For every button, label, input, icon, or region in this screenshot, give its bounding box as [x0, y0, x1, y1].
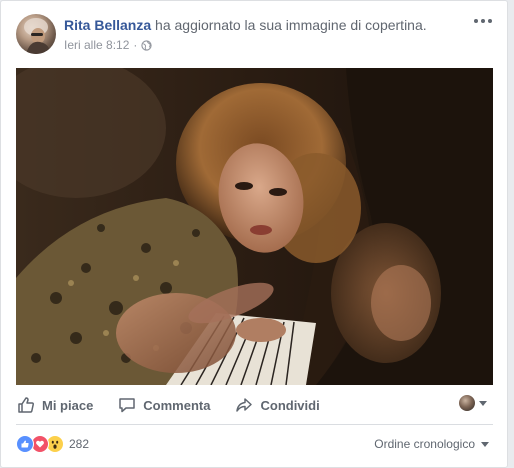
like-label: Mi piace [42, 397, 94, 413]
author-avatar[interactable] [16, 14, 56, 54]
divider [16, 424, 493, 425]
mini-avatar [459, 395, 475, 411]
chevron-down-icon [481, 441, 489, 447]
comment-icon [119, 398, 136, 413]
share-label: Condividi [260, 397, 320, 413]
cover-photo[interactable] [16, 68, 493, 385]
like-button[interactable]: Mi piace [16, 389, 93, 421]
comment-order-label: Ordine cronologico [374, 437, 475, 451]
globe-icon[interactable] [141, 39, 153, 51]
post-card: Rita Bellanza ha aggiornato la sua immag… [0, 0, 508, 468]
share-icon [236, 398, 253, 412]
comment-label: Commenta [143, 397, 211, 413]
chevron-down-icon [479, 400, 487, 406]
like-reaction-icon [16, 435, 34, 453]
post-as-selector[interactable] [459, 395, 487, 411]
reactions-summary[interactable]: 282 [16, 435, 89, 453]
share-button[interactable]: Condividi [234, 389, 320, 421]
comment-order-dropdown[interactable]: Ordine cronologico [374, 437, 489, 451]
more-options-icon[interactable] [471, 11, 495, 31]
post-meta: Ieri alle 8:12 · [64, 38, 153, 52]
author-name-link[interactable]: Rita Bellanza [64, 17, 151, 33]
meta-separator: · [133, 38, 138, 52]
post-action-text: ha aggiornato la sua immagine di coperti… [155, 17, 427, 33]
post-header: Rita Bellanza ha aggiornato la sua immag… [64, 16, 427, 34]
comment-button[interactable]: Commenta [117, 389, 210, 421]
thumbs-up-icon [18, 397, 34, 413]
reactions-count[interactable]: 282 [69, 437, 89, 451]
post-timestamp[interactable]: Ieri alle 8:12 [64, 38, 129, 52]
post-actions-bar: Mi piace Commenta Condividi [16, 387, 493, 423]
